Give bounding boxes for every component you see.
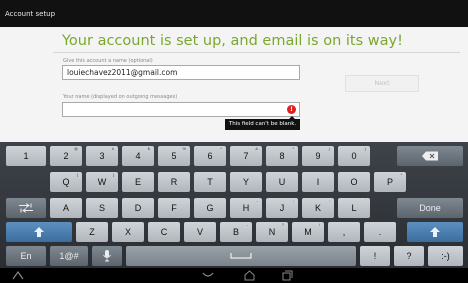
- system-navigation-bar: [0, 268, 468, 283]
- key-c[interactable]: C: [148, 222, 180, 242]
- key-4[interactable]: 4 $: [122, 146, 154, 166]
- key-x[interactable]: X: [112, 222, 144, 242]
- key-7[interactable]: 7 &: [230, 146, 262, 166]
- key-z[interactable]: Z: [76, 222, 108, 242]
- key-e[interactable]: E: [122, 172, 154, 192]
- back-icon[interactable]: [202, 270, 214, 280]
- next-button[interactable]: Next: [345, 75, 419, 92]
- key-period[interactable]: .: [364, 222, 396, 242]
- key-h[interactable]: H-: [230, 198, 262, 218]
- key-r[interactable]: R: [158, 172, 190, 192]
- key-1[interactable]: 1: [6, 146, 46, 166]
- done-key[interactable]: Done: [397, 198, 463, 218]
- key-k[interactable]: K:: [302, 198, 334, 218]
- key-hint: @: [73, 146, 78, 151]
- key-hint: (: [328, 146, 330, 151]
- key-9[interactable]: 9(: [302, 146, 334, 166]
- key-l[interactable]: L ': [338, 198, 370, 218]
- key-v[interactable]: V: [184, 222, 216, 242]
- key-hint: ?: [281, 222, 284, 227]
- key-hint: :: [328, 198, 330, 203]
- key-hint: &: [255, 146, 258, 151]
- your-name-label: Your name (displayed on outgoing message…: [63, 94, 178, 100]
- space-key[interactable]: [126, 246, 356, 266]
- key-2[interactable]: 2 @: [50, 146, 82, 166]
- tab-key[interactable]: [6, 198, 46, 218]
- key-hint: ): [364, 146, 366, 151]
- account-name-field[interactable]: [62, 65, 300, 80]
- space-bar-icon: [230, 253, 252, 259]
- key-hint: -: [246, 222, 248, 227]
- account-setup-panel: Your account is set up, and email is on …: [0, 27, 468, 142]
- key-comma[interactable]: ,: [328, 222, 360, 242]
- home-icon[interactable]: [244, 270, 255, 281]
- key-5[interactable]: 5%: [158, 146, 190, 166]
- key-hint: ': [365, 198, 366, 203]
- question-key[interactable]: ?: [394, 246, 424, 266]
- key-y[interactable]: Y: [230, 172, 262, 192]
- exclamation-key[interactable]: !: [360, 246, 390, 266]
- key-hint: -: [256, 198, 258, 203]
- key-u[interactable]: U: [266, 172, 298, 192]
- tab-icon: [19, 203, 33, 213]
- key-hint: ^: [220, 146, 222, 151]
- page-title: Your account is set up, and email is on …: [62, 33, 403, 49]
- key-hint: [: [76, 172, 78, 177]
- divider: [53, 52, 460, 53]
- key-hint: /: [318, 222, 320, 227]
- backspace-key[interactable]: [397, 146, 463, 166]
- key-w[interactable]: W]: [86, 172, 118, 192]
- shift-left-key[interactable]: [6, 222, 72, 242]
- microphone-icon: [103, 250, 111, 262]
- key-p[interactable]: P *: [374, 172, 406, 192]
- key-i[interactable]: I: [302, 172, 334, 192]
- key-o[interactable]: O: [338, 172, 370, 192]
- smiley-key[interactable]: :-): [428, 246, 463, 266]
- key-6[interactable]: 6 ^: [194, 146, 226, 166]
- key-hint: ]: [112, 172, 114, 177]
- key-3[interactable]: 3 #: [86, 146, 118, 166]
- key-m[interactable]: M /: [292, 222, 324, 242]
- key-b[interactable]: B-: [220, 222, 252, 242]
- key-8[interactable]: 8 *: [266, 146, 298, 166]
- key-g[interactable]: G: [194, 198, 226, 218]
- keyboard-hide-icon[interactable]: [12, 270, 24, 280]
- account-name-label: Give this account a name (optional): [63, 58, 153, 64]
- shift-icon: [430, 227, 440, 237]
- key-0[interactable]: 0): [338, 146, 370, 166]
- voice-input-key[interactable]: [92, 246, 122, 266]
- recent-apps-icon[interactable]: [282, 270, 293, 281]
- key-f[interactable]: F: [158, 198, 190, 218]
- key-q[interactable]: Q[: [50, 172, 82, 192]
- on-screen-keyboard: Done En 1@# ! ? :-) 1 2 @3 #4 $5% 6 ^ 7 & 8 * 9(0) Q…: [0, 142, 468, 268]
- backspace-icon: [422, 151, 438, 161]
- key-hint: #: [111, 146, 114, 151]
- error-tooltip: This field can't be blank.: [225, 119, 300, 130]
- error-icon: !: [287, 105, 296, 114]
- key-hint: $: [147, 146, 150, 151]
- language-key[interactable]: En: [6, 246, 46, 266]
- key-a[interactable]: A: [50, 198, 82, 218]
- key-hint: %: [182, 146, 186, 151]
- your-name-field[interactable]: [62, 102, 300, 117]
- key-d[interactable]: D: [122, 198, 154, 218]
- key-n[interactable]: N?: [256, 222, 288, 242]
- key-hint: *: [292, 146, 294, 151]
- window-title: Account setup: [5, 10, 56, 18]
- key-t[interactable]: T: [194, 172, 226, 192]
- key-hint: ;: [292, 198, 294, 203]
- symbols-key[interactable]: 1@#: [50, 246, 88, 266]
- key-j[interactable]: J;: [266, 198, 298, 218]
- shift-icon: [34, 227, 44, 237]
- shift-right-key[interactable]: [407, 222, 463, 242]
- title-bar: Account setup: [0, 0, 468, 27]
- key-s[interactable]: S: [86, 198, 118, 218]
- key-hint: *: [400, 172, 402, 177]
